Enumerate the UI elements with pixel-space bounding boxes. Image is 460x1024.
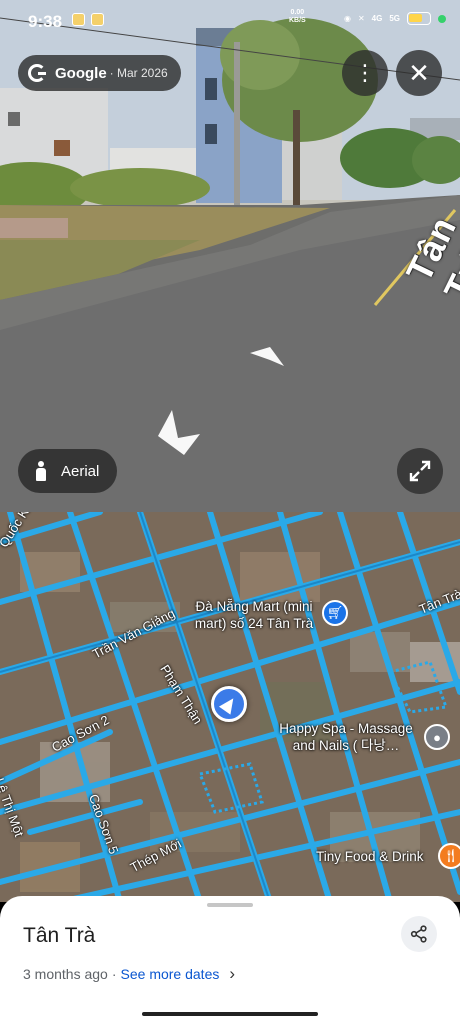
poi-pin-mart[interactable]: 🛒︎ — [322, 600, 348, 626]
notification-icon — [72, 13, 85, 26]
expand-icon — [409, 460, 431, 482]
status-bar: 9:38 0.00 KB/S ◉ ✕ 4G 5G — [0, 0, 460, 40]
mute-icon: ✕ — [357, 14, 365, 23]
see-more-dates-link[interactable]: See more dates — [121, 966, 220, 982]
bottom-sheet[interactable]: Tân Trà 3 months ago · See more dates › — [0, 896, 460, 1024]
expand-button[interactable] — [397, 448, 443, 494]
poi-pin-food[interactable]: 🍴︎ — [438, 843, 460, 869]
privacy-dot-icon — [438, 14, 446, 23]
current-location-marker[interactable] — [211, 686, 247, 722]
separator: · — [111, 966, 117, 982]
aerial-label: Aerial — [61, 462, 100, 480]
poi-label-mart[interactable]: Đà Nẵng Mart (mini mart) số 24 Tân Trà — [186, 598, 322, 632]
fork-knife-icon: 🍴︎ — [442, 848, 460, 863]
share-button[interactable] — [401, 916, 437, 952]
more-options-button[interactable]: ⋮ — [342, 50, 388, 96]
google-logo-icon — [28, 64, 46, 82]
capture-date: · Mar 2026 — [109, 66, 168, 80]
poi-label-food[interactable]: Tiny Food & Drink — [316, 848, 436, 865]
battery-icon — [407, 12, 431, 25]
brand-label: Google — [55, 64, 107, 82]
drag-handle[interactable] — [207, 903, 253, 907]
close-icon: ✕ — [408, 57, 430, 88]
signal-5g: 5G — [389, 14, 400, 23]
home-indicator[interactable] — [142, 1012, 318, 1016]
imagery-source-chip[interactable]: Google · Mar 2026 — [18, 55, 181, 91]
aerial-button[interactable]: Aerial — [18, 449, 117, 493]
share-icon — [410, 925, 427, 943]
imagery-age: 3 months ago — [23, 966, 108, 982]
street-view-panel[interactable]: 9:38 0.00 KB/S ◉ ✕ 4G 5G Google · Mar 20… — [0, 0, 460, 512]
poi-label-spa[interactable]: Happy Spa - Massage and Nails ( 다낭… — [272, 720, 420, 754]
chevron-right-icon: › — [229, 964, 236, 983]
signal-4g: 4G — [371, 14, 383, 23]
net-speed: 0.00 KB/S — [289, 9, 306, 24]
satellite-map[interactable]: Quốc Khải Trần Văn Giảng Phạm Thận Cao S… — [0, 512, 460, 902]
place-title: Tân Trà — [23, 924, 96, 947]
notification-icon — [91, 13, 104, 26]
poi-pin-spa[interactable]: ● — [424, 724, 450, 750]
place-pin-icon: ● — [433, 729, 441, 745]
close-button[interactable]: ✕ — [396, 50, 442, 96]
person-icon — [35, 461, 47, 481]
location-icon: ◉ — [343, 14, 351, 23]
status-time: 9:38 — [28, 12, 63, 31]
more-vert-icon: ⋮ — [354, 60, 376, 85]
shopping-cart-icon: 🛒︎ — [326, 605, 344, 620]
imagery-age-row[interactable]: 3 months ago · See more dates › — [23, 964, 235, 984]
